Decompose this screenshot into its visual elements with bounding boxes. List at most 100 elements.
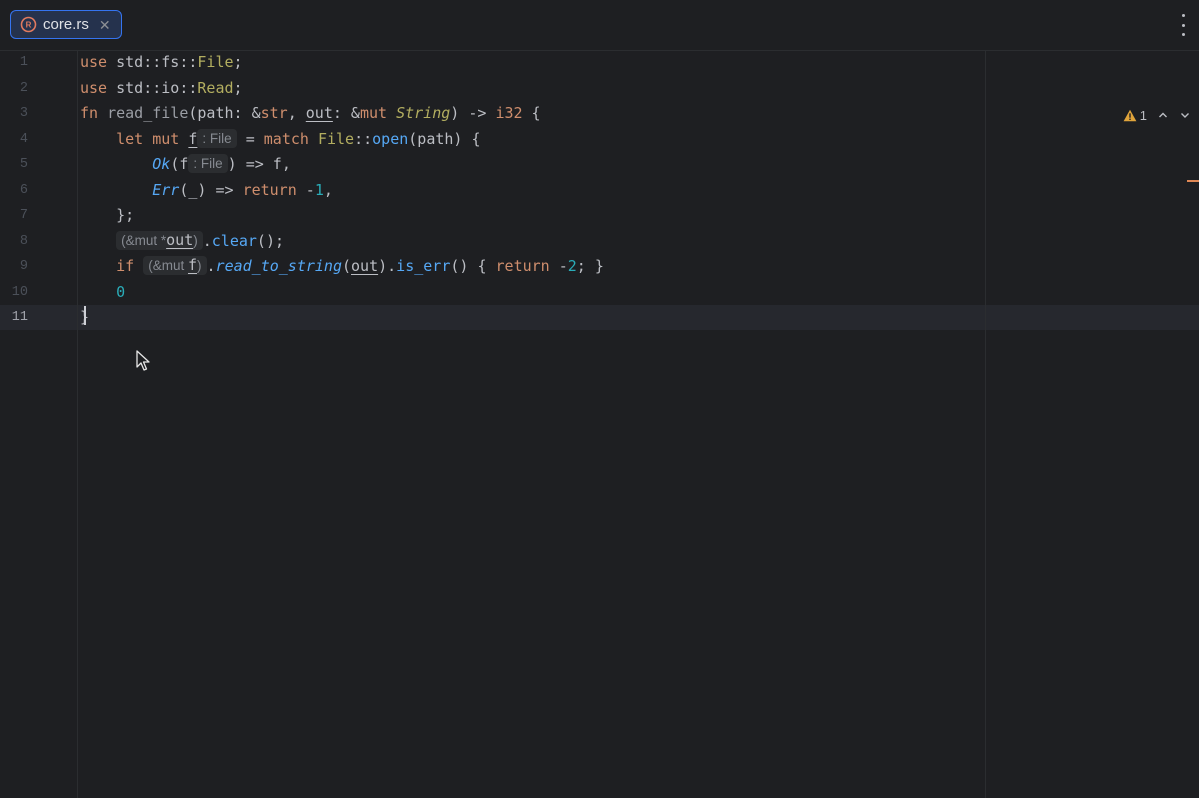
token-fn-call: is_err bbox=[396, 257, 451, 275]
token-var: f bbox=[187, 256, 198, 274]
editor-tab-bar: R core.rs ✕ bbox=[0, 0, 1199, 51]
token-punct: ( bbox=[341, 257, 352, 275]
code-line-2: use std::io::Read; bbox=[80, 76, 243, 101]
code-line-11: } bbox=[80, 305, 89, 330]
svg-text:R: R bbox=[26, 21, 32, 30]
token-type: String bbox=[396, 104, 451, 122]
token-keyword: mut bbox=[359, 104, 388, 122]
line-number: 1 bbox=[19, 55, 28, 70]
token-punct: (f bbox=[170, 155, 189, 173]
inlay-deref-hint[interactable]: (&mut f) bbox=[143, 256, 207, 275]
tab-core-rs[interactable]: R core.rs ✕ bbox=[10, 10, 122, 39]
token-punct: () { bbox=[450, 257, 496, 275]
tab-label: core.rs bbox=[43, 16, 89, 33]
rust-file-icon: R bbox=[20, 16, 37, 33]
token-punct: . bbox=[202, 231, 212, 250]
token-punct: (_) => bbox=[179, 180, 243, 199]
line-number: 6 bbox=[19, 182, 28, 198]
close-icon[interactable]: ✕ bbox=[99, 18, 111, 32]
code-line-5: Ok(f: File) => f, bbox=[80, 152, 291, 177]
warning-count[interactable]: 1 bbox=[1123, 108, 1147, 123]
inlay-deref-hint[interactable]: (&mut *out) bbox=[116, 230, 203, 250]
current-line-highlight bbox=[0, 305, 1199, 330]
vertical-dots-icon[interactable] bbox=[1177, 14, 1189, 36]
token-type: i32 bbox=[495, 104, 523, 122]
token-param-out: out bbox=[351, 257, 379, 275]
token-keyword: fn bbox=[80, 104, 99, 122]
token-param-out: out bbox=[305, 104, 333, 122]
inspections-widget[interactable]: 1 bbox=[1123, 107, 1191, 123]
chevron-up-icon[interactable] bbox=[1157, 109, 1169, 121]
token-punct: :: bbox=[354, 129, 373, 148]
right-margin-guide bbox=[985, 50, 986, 798]
token-punct: (path: & bbox=[188, 104, 261, 122]
line-number: 5 bbox=[19, 157, 28, 172]
token-number: 2 bbox=[567, 257, 577, 275]
code-editor[interactable]: 1 2 3 4 5 6 7 8 9 10 11 use std::fs::Fil… bbox=[0, 50, 1199, 798]
token-keyword: match bbox=[263, 129, 309, 148]
hint-text: ) bbox=[193, 232, 198, 248]
token-punct: = bbox=[236, 129, 264, 148]
line-number: 9 bbox=[19, 259, 28, 274]
code-line-4: let mut f: File = match File::open(path)… bbox=[80, 127, 481, 152]
inlay-type-hint[interactable]: : File bbox=[188, 154, 228, 173]
code-line-3: fn read_file(path: &str, out: &mut Strin… bbox=[80, 101, 541, 126]
token-number: 1 bbox=[314, 180, 324, 199]
token-punct: (path) { bbox=[408, 129, 481, 148]
token-keyword: if bbox=[116, 257, 135, 275]
warning-count-label: 1 bbox=[1139, 107, 1147, 123]
token-type: str bbox=[260, 104, 288, 122]
token-fn-name: read_file bbox=[98, 104, 189, 122]
inlay-type-hint[interactable]: : File bbox=[197, 128, 237, 148]
token-var: out bbox=[166, 230, 194, 249]
token-type: Read bbox=[197, 78, 234, 97]
hint-text: (&mut bbox=[148, 258, 188, 273]
line-number: 3 bbox=[19, 106, 28, 121]
token-keyword: use bbox=[80, 53, 108, 71]
code-line-10: 0 bbox=[80, 280, 125, 305]
token-number: 0 bbox=[116, 282, 126, 301]
token-path: std::io:: bbox=[107, 78, 198, 97]
token-type: File bbox=[317, 129, 355, 148]
token-fn-call: clear bbox=[211, 231, 257, 250]
line-number: 10 bbox=[11, 284, 28, 300]
token-punct: ) => f, bbox=[227, 155, 291, 173]
warning-stripe-marker[interactable] bbox=[1187, 180, 1199, 182]
chevron-down-icon[interactable] bbox=[1179, 109, 1191, 121]
token-variant: Ok bbox=[152, 155, 171, 173]
line-number-current: 11 bbox=[11, 310, 28, 325]
code-line-6: Err(_) => return -1, bbox=[80, 178, 333, 203]
token-keyword: return bbox=[495, 257, 550, 275]
token-fn-call: open bbox=[372, 129, 409, 148]
token-punct: - bbox=[549, 257, 568, 275]
token-path: std::fs:: bbox=[107, 53, 198, 71]
line-number: 2 bbox=[19, 80, 28, 96]
token-punct: : & bbox=[332, 104, 360, 122]
code-line-8: (&mut *out) .clear(); bbox=[80, 229, 284, 254]
warning-icon bbox=[1123, 109, 1137, 121]
mouse-pointer-icon bbox=[136, 350, 150, 371]
token-punct: ) -> bbox=[450, 104, 496, 122]
hint-text: ) bbox=[197, 258, 202, 273]
line-number: 4 bbox=[19, 131, 28, 147]
token-keyword: return bbox=[242, 180, 297, 199]
token-punct: ; bbox=[233, 78, 243, 97]
token-punct: ). bbox=[378, 257, 397, 275]
token-punct: , bbox=[323, 180, 333, 199]
code-line-9: if (&mut f) .read_to_string(out).is_err()… bbox=[80, 254, 604, 279]
token-punct: ; } bbox=[576, 257, 604, 275]
token-punct: - bbox=[296, 180, 315, 199]
token-keyword: use bbox=[80, 78, 108, 97]
token-punct: , bbox=[287, 104, 306, 122]
token-punct: (); bbox=[256, 231, 285, 250]
token-type: File bbox=[197, 53, 234, 71]
text-caret bbox=[84, 306, 87, 325]
